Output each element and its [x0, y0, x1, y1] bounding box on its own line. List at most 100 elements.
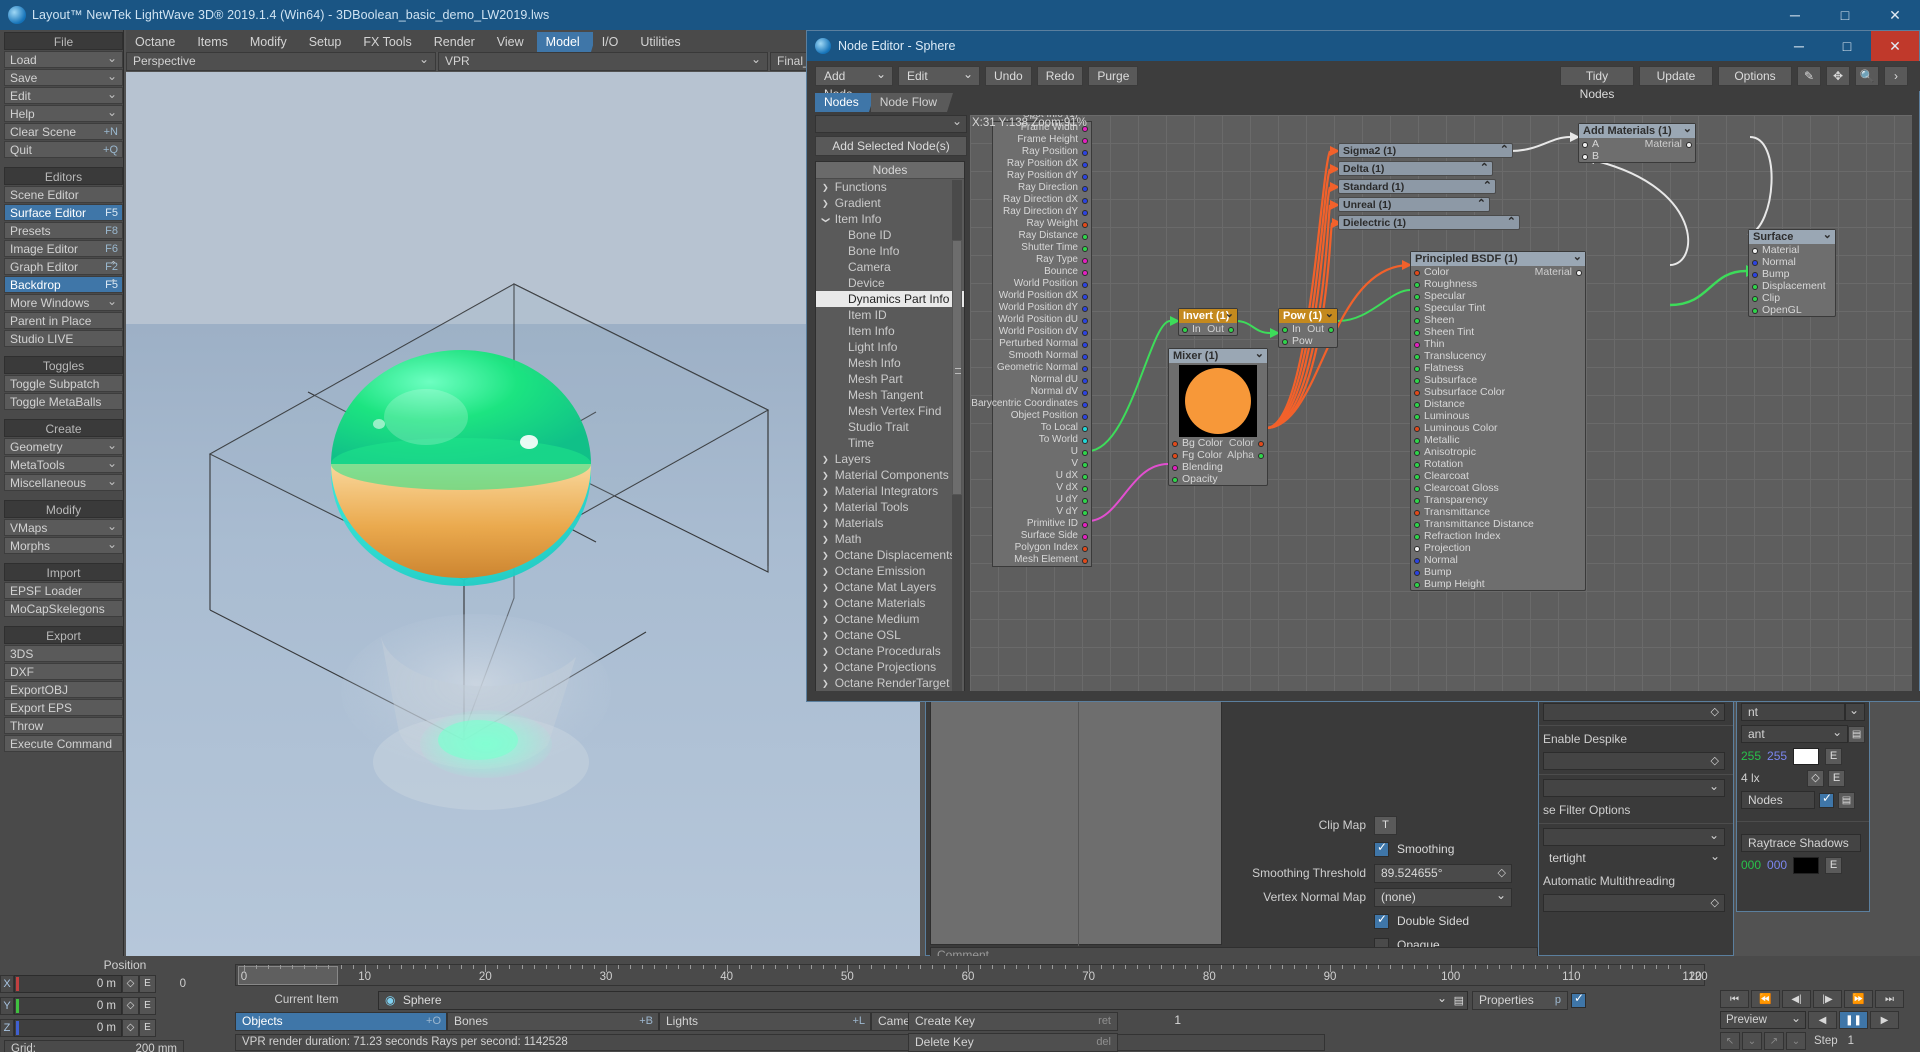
light-type-field[interactable]: nt — [1741, 703, 1846, 721]
node-port-world-position-du[interactable]: World Position dU — [993, 314, 1091, 326]
node-row[interactable]: Opacity — [1169, 473, 1267, 485]
sidebar-item-morphs[interactable]: Morphs — [4, 537, 123, 554]
node-port-dot[interactable] — [1082, 377, 1088, 384]
input-port-opengl[interactable] — [1752, 307, 1758, 314]
node-editor-close-button[interactable]: ✕ — [1871, 31, 1919, 61]
node-port-ray-position-dx[interactable]: Ray Position dX — [993, 158, 1091, 170]
axis-envelope-button[interactable]: E — [139, 997, 156, 1015]
spot-info-node[interactable]: Spot Info (1)Frame WidthFrame HeightRay … — [971, 115, 1092, 567]
play-button[interactable]: ▶ — [1870, 1011, 1899, 1029]
node-list-item-materials[interactable]: Materials — [816, 515, 964, 531]
node-port-surface-side[interactable]: Surface Side — [993, 530, 1091, 542]
play-reverse-button[interactable]: ◀ — [1808, 1011, 1837, 1029]
node-editor-tab-nodes[interactable]: Nodes — [815, 93, 875, 112]
light-nodes-envelope-icon[interactable]: ▤ — [1838, 791, 1855, 809]
menu-tab-model[interactable]: Model — [536, 32, 597, 52]
node-row[interactable]: In Out — [1279, 323, 1337, 335]
selection-tab-bones[interactable]: Bones +B — [447, 1012, 659, 1031]
shadow-color-edit-button[interactable]: E — [1825, 856, 1843, 874]
perspective-viewport[interactable] — [126, 72, 920, 956]
chevron-down-icon[interactable]: ⌄ — [1325, 307, 1334, 321]
node-port-primitive-id[interactable]: Primitive ID — [993, 518, 1091, 530]
node-list-item-octane-osl[interactable]: Octane OSL — [816, 627, 964, 643]
node-list-item-octane-emission[interactable]: Octane Emission — [816, 563, 964, 579]
input-port-refraction-index[interactable] — [1414, 533, 1420, 540]
node-list-item-layers[interactable]: Layers — [816, 451, 964, 467]
node-port-dot[interactable] — [1082, 149, 1088, 156]
node-port-dot[interactable] — [1082, 173, 1088, 180]
chevron-down-icon[interactable]: ⌄ — [1255, 347, 1264, 361]
chevron-up-icon[interactable]: ⌃ — [1500, 143, 1509, 157]
node-port-dot[interactable] — [1082, 305, 1088, 312]
node-row[interactable]: Bump — [1749, 268, 1835, 280]
node-list-item-material-components[interactable]: Material Components — [816, 467, 964, 483]
node-port-dot[interactable] — [1082, 449, 1088, 456]
input-port-clearcoat-gloss[interactable] — [1414, 485, 1420, 492]
add-materials-node[interactable]: Add Materials (1) ⌄ A Material B — [1578, 123, 1696, 163]
node-port-dot[interactable] — [1082, 233, 1088, 240]
chevron-down-icon[interactable]: ⌄ — [1823, 228, 1832, 242]
transport-controls[interactable]: ⏮⏪◀||▶⏩⏭ Preview ◀ ❚❚ ▶ ↖ ⌄ ↗ ⌄ Step 1 — [1720, 990, 1916, 1052]
output-port-material[interactable] — [1576, 269, 1582, 276]
collapsed-node-unreal-1-[interactable]: Unreal (1) ⌃ — [1338, 197, 1490, 212]
node-list-item-mesh-tangent[interactable]: Mesh Tangent — [816, 387, 964, 403]
node-port-ray-direction[interactable]: Ray Direction — [993, 182, 1091, 194]
light-color-edit-button[interactable]: E — [1825, 747, 1843, 765]
node-row[interactable]: Displacement — [1749, 280, 1835, 292]
node-port-dot[interactable] — [1082, 473, 1088, 480]
chevron-up-icon[interactable]: ⌃ — [1480, 161, 1489, 175]
input-port-flatness[interactable] — [1414, 365, 1420, 372]
sidebar-item-vmaps[interactable]: VMaps — [4, 519, 123, 536]
node-search-input[interactable] — [815, 114, 967, 133]
node-list-item-bone-info[interactable]: Bone Info — [816, 243, 964, 259]
node-editor-maximize-button[interactable]: □ — [1823, 31, 1871, 61]
node-port-ray-direction-dy[interactable]: Ray Direction dY — [993, 206, 1091, 218]
node-editor-tabs[interactable]: Nodes Node Flow — [815, 93, 954, 112]
input-port-transmittance[interactable] — [1414, 509, 1420, 516]
key-prev-dropdown-icon[interactable]: ⌄ — [1742, 1032, 1762, 1050]
chevron-up-icon[interactable]: ⌃ — [1483, 179, 1492, 193]
input-port-color[interactable] — [1414, 269, 1420, 276]
menu-tab-setup[interactable]: Setup — [299, 32, 359, 52]
sidebar-item-edit[interactable]: Edit — [4, 87, 123, 104]
add-selected-nodes-button[interactable]: Add Selected Node(s) — [815, 136, 967, 156]
render-select-2[interactable] — [1543, 827, 1725, 846]
output-port-out[interactable] — [1328, 326, 1334, 333]
chevron-down-icon[interactable]: ⌄ — [1225, 307, 1234, 321]
input-port-bump-height[interactable] — [1414, 581, 1420, 588]
node-list-item-functions[interactable]: Functions — [816, 179, 964, 195]
key-next-icon[interactable]: ↗ — [1764, 1032, 1784, 1050]
render-field-1[interactable]: ◇ — [1543, 703, 1725, 721]
menu-tab-view[interactable]: View — [487, 32, 541, 52]
node-row[interactable]: Clearcoat Gloss — [1411, 482, 1585, 494]
node-title[interactable]: Surface ⌄ — [1749, 228, 1835, 244]
light-intensity-spinner-icon[interactable]: ◇ — [1807, 769, 1824, 787]
invert-node[interactable]: Invert (1) ⌄ In Out — [1178, 308, 1238, 336]
properties-toggle-checkbox[interactable] — [1571, 991, 1586, 1008]
node-port-world-position-dx[interactable]: World Position dX — [993, 290, 1091, 302]
chevron-down-icon[interactable]: ⌄ — [1683, 122, 1692, 136]
node-row[interactable]: Anisotropic — [1411, 446, 1585, 458]
sidebar-item-throw[interactable]: Throw — [4, 717, 123, 734]
node-list-item-device[interactable]: Device — [816, 275, 964, 291]
node-list-item-light-info[interactable]: Light Info — [816, 339, 964, 355]
axis-value-x[interactable]: 0 m — [14, 975, 122, 993]
node-row[interactable]: Bump — [1411, 566, 1585, 578]
node-port-frame-height[interactable]: Frame Height — [993, 134, 1091, 146]
sidebar-item-parent-in-place[interactable]: Parent in Place — [4, 312, 123, 329]
input-port-luminous-color[interactable] — [1414, 425, 1420, 432]
node-port-dot[interactable] — [1082, 209, 1088, 216]
node-port-dot[interactable] — [1082, 221, 1088, 228]
input-port-b[interactable] — [1582, 153, 1588, 160]
node-port-v[interactable]: V — [993, 458, 1091, 470]
node-port-barycentric-coordinates[interactable]: Barycentric Coordinates — [971, 398, 1091, 410]
collapsed-node-dielectric-1-[interactable]: Dielectric (1) ⌃ — [1338, 215, 1520, 230]
node-list-item-math[interactable]: Math — [816, 531, 964, 547]
node-list-item-octane-mat-layers[interactable]: Octane Mat Layers — [816, 579, 964, 595]
node-row[interactable]: Pow — [1279, 335, 1337, 347]
input-port-luminous[interactable] — [1414, 413, 1420, 420]
node-list-body[interactable]: Functions Gradient Item Info Bone ID Bone In… — [816, 179, 964, 691]
node-row[interactable]: Distance — [1411, 398, 1585, 410]
node-list-item-material-integrators[interactable]: Material Integrators — [816, 483, 964, 499]
edit-menu-button[interactable]: Edit — [898, 65, 980, 86]
